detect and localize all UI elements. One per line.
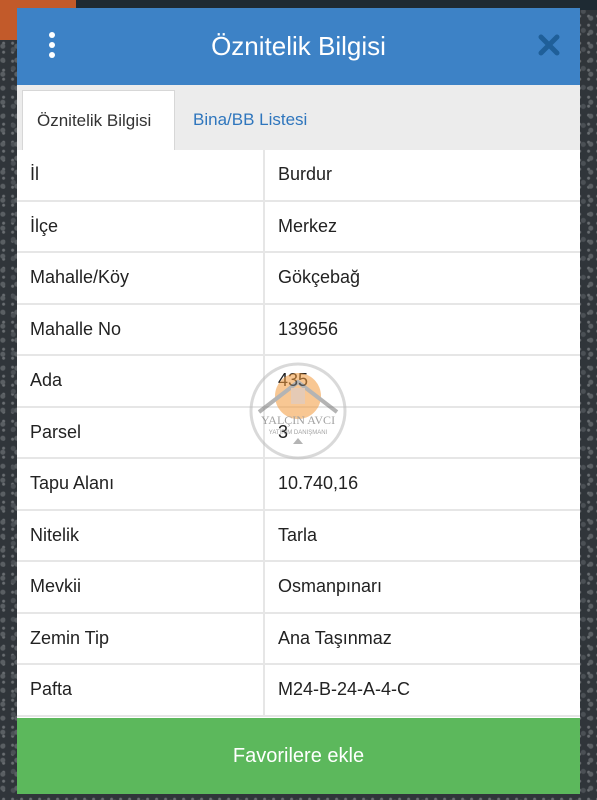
table-row: İl Burdur: [17, 150, 580, 202]
attribute-key: Nitelik: [17, 510, 265, 560]
table-row: Mahalle/Köy Gökçebağ: [17, 253, 580, 305]
attribute-key: Ada: [17, 356, 265, 406]
attribute-value: 139656: [278, 318, 339, 339]
attribute-key: İl: [17, 150, 265, 200]
dialog-header: Öznitelik Bilgisi: [17, 8, 580, 85]
attribute-value: Osmanpınarı: [278, 576, 383, 597]
attribute-value: Ana Taşınmaz: [278, 627, 392, 648]
attribute-value: 3: [278, 421, 289, 442]
attribute-table: İl Burdur İlçe Merkez Mahalle/Köy Gökçebağ Mah…: [17, 150, 580, 717]
close-icon[interactable]: [538, 34, 560, 56]
attribute-value: Gökçebağ: [278, 267, 361, 288]
attribute-key: İlçe: [17, 201, 265, 251]
attribute-key: Mahalle/Köy: [17, 253, 265, 303]
attribute-key: Mevkii: [17, 562, 265, 612]
attribute-key: Parsel: [17, 407, 265, 457]
table-row: Pafta M24-B-24-A-4-C: [17, 665, 580, 717]
table-row: İlçe Merkez: [17, 201, 580, 253]
add-favorites-button[interactable]: Favorilere ekle: [17, 718, 580, 794]
dialog-title: Öznitelik Bilgisi: [211, 31, 386, 61]
attribute-value: 10.740,16: [278, 473, 359, 494]
table-row: Parsel 3: [17, 407, 580, 459]
table-row: Mevkii Osmanpınarı: [17, 562, 580, 614]
attribute-value: 435: [278, 370, 309, 391]
attribute-dialog: Öznitelik Bilgisi Öznitelik Bilgisi Bina…: [17, 8, 580, 794]
attribute-value: Burdur: [278, 164, 333, 185]
attribute-key: Tapu Alanı: [17, 459, 265, 509]
attribute-key: Pafta: [17, 665, 265, 715]
attribute-value: M24-B-24-A-4-C: [278, 679, 411, 700]
attribute-key: Zemin Tip: [17, 613, 265, 663]
attribute-value: Merkez: [278, 215, 338, 236]
attribute-key: Mahalle No: [17, 304, 265, 354]
tab-oznitelik-bilgisi[interactable]: Öznitelik Bilgisi: [22, 90, 175, 152]
tab-bar: Öznitelik Bilgisi Bina/BB Listesi: [17, 85, 580, 152]
table-row: Mahalle No 139656: [17, 304, 580, 356]
table-row: Tapu Alanı 10.740,16: [17, 459, 580, 511]
table-row: Nitelik Tarla: [17, 510, 580, 562]
tab-bina-bb-listesi[interactable]: Bina/BB Listesi: [179, 90, 321, 150]
table-row: Zemin Tip Ana Taşınmaz: [17, 613, 580, 665]
table-row: Ada 435: [17, 356, 580, 408]
attribute-value: Tarla: [278, 524, 318, 545]
